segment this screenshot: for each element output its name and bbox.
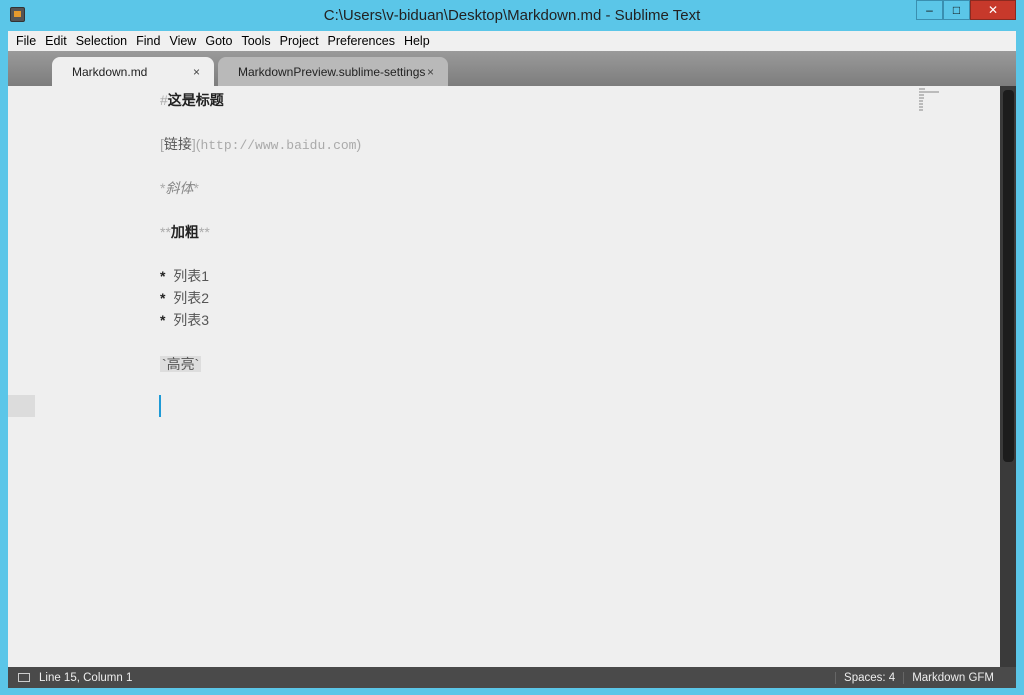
minimap[interactable] — [919, 88, 945, 114]
line-italic: *斜体* — [160, 177, 361, 199]
maximize-button[interactable]: □ — [943, 0, 970, 20]
italic-text: 斜体 — [165, 180, 194, 196]
list-bullet: * — [160, 312, 166, 328]
status-bar: Line 15, Column 1 Spaces: 4 Markdown GFM — [8, 667, 1016, 688]
list-text: 列表3 — [173, 312, 210, 328]
cursor-position: Line 15, Column 1 — [39, 671, 133, 684]
scrollbar-thumb[interactable] — [1003, 90, 1014, 462]
tab-markdownpreview-settings[interactable]: MarkdownPreview.sublime-settings × — [218, 57, 448, 86]
code-text: 高亮 — [166, 356, 195, 372]
menu-goto[interactable]: Goto — [204, 34, 233, 48]
close-button[interactable]: ✕ — [970, 0, 1016, 20]
tab-bar: Markdown.md × MarkdownPreview.sublime-se… — [8, 51, 1016, 86]
line-bold: **加粗** — [160, 221, 361, 243]
bold-text: 加粗 — [170, 224, 199, 240]
menu-project[interactable]: Project — [279, 34, 320, 48]
list-bullet: * — [160, 290, 166, 306]
link-text: 链接 — [163, 136, 192, 152]
close-tab-icon[interactable]: × — [427, 65, 434, 79]
menu-file[interactable]: File — [15, 34, 37, 48]
bold-mark: ** — [160, 224, 171, 240]
heading-text: 这是标题 — [167, 92, 224, 108]
panel-toggle-icon[interactable] — [18, 673, 30, 682]
menu-edit[interactable]: Edit — [44, 34, 68, 48]
bold-mark: ** — [198, 224, 210, 240]
menu-tools[interactable]: Tools — [240, 34, 271, 48]
list-bullet: * — [160, 268, 166, 284]
menu-view[interactable]: View — [168, 34, 197, 48]
close-tab-icon[interactable]: × — [193, 65, 200, 79]
tab-markdown-md[interactable]: Markdown.md × — [52, 57, 214, 86]
sublime-app-icon[interactable] — [10, 7, 25, 22]
heading-mark: # — [160, 92, 168, 108]
list-item: * 列表1 — [160, 265, 361, 287]
minimize-button[interactable]: – — [916, 0, 943, 20]
menu-preferences[interactable]: Preferences — [327, 34, 396, 48]
list-item: * 列表2 — [160, 287, 361, 309]
current-line-gutter — [8, 395, 35, 417]
editor-area[interactable]: #这是标题 [链接](http://www.baidu.com) *斜体* **… — [8, 86, 1016, 667]
window-title: C:\Users\v-biduan\Desktop\Markdown.md - … — [323, 7, 701, 24]
tab-label: MarkdownPreview.sublime-settings — [238, 64, 426, 79]
list-text: 列表2 — [173, 290, 210, 306]
menu-find[interactable]: Find — [135, 34, 161, 48]
link-url: http://www.baidu.com — [200, 138, 357, 153]
menu-bar: File Edit Selection Find View Goto Tools… — [8, 31, 1016, 51]
list-text: 列表1 — [173, 268, 210, 284]
indentation-setting[interactable]: Spaces: 4 — [835, 671, 903, 684]
menu-help[interactable]: Help — [403, 34, 431, 48]
tab-label: Markdown.md — [72, 64, 148, 79]
vertical-scrollbar[interactable] — [1000, 86, 1016, 667]
line-heading: #这是标题 — [160, 89, 361, 111]
code-mark: ` — [194, 356, 200, 372]
title-bar: C:\Users\v-biduan\Desktop\Markdown.md - … — [0, 0, 1024, 31]
line-code: `高亮` — [160, 353, 361, 375]
italic-mark: * — [193, 180, 199, 196]
list-item: * 列表3 — [160, 309, 361, 331]
line-link: [链接](http://www.baidu.com) — [160, 133, 361, 155]
link-bracket: ) — [356, 136, 362, 152]
text-cursor — [159, 395, 161, 417]
menu-selection[interactable]: Selection — [75, 34, 128, 48]
syntax-selector[interactable]: Markdown GFM — [903, 671, 1002, 684]
